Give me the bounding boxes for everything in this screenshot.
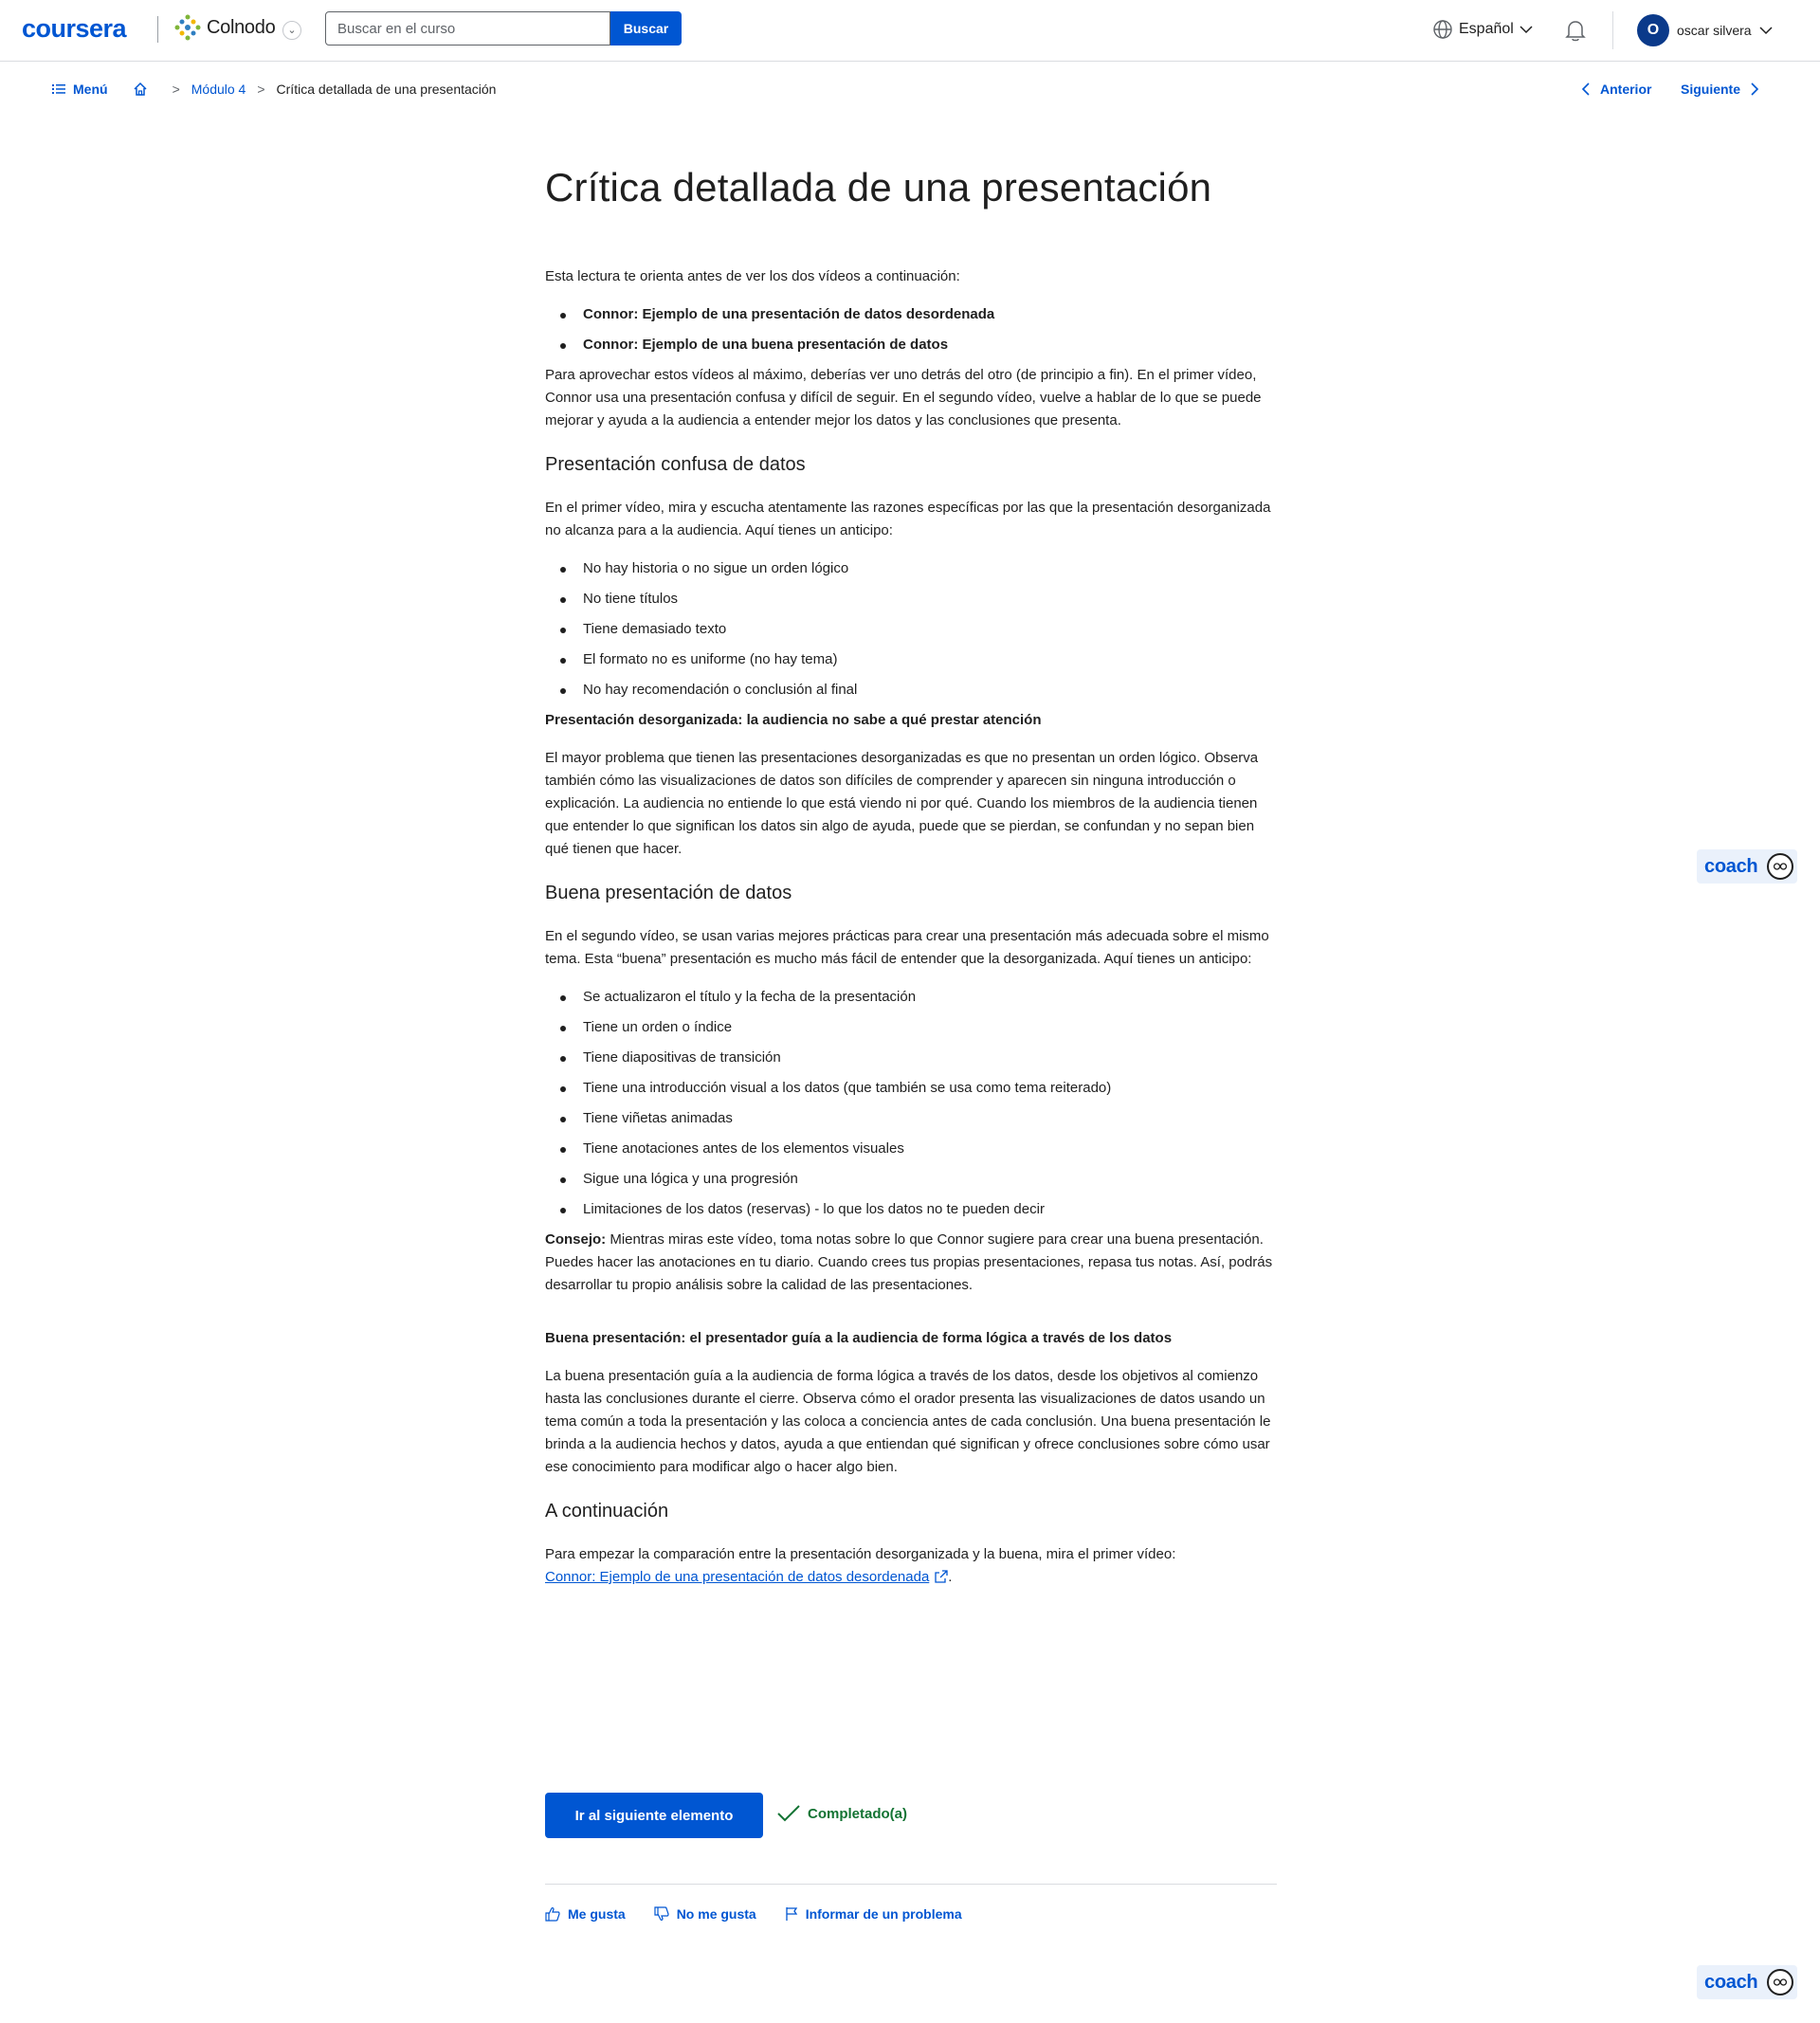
previous-label: Anterior [1600,82,1652,97]
section-heading-next: A continuación [545,1501,669,1522]
coach-button[interactable]: coach [1697,849,1797,884]
report-problem-button[interactable]: Informar de un problema [785,1906,962,1922]
coach-glasses-icon [1767,853,1793,880]
colnodo-mark-icon [174,14,201,41]
list-item: Tiene demasiado texto [545,618,1277,641]
home-icon[interactable] [133,82,148,97]
chevron-right-icon: > [257,82,265,97]
next-label: Siguiente [1681,82,1741,97]
user-menu[interactable]: O oscar silvera [1637,14,1773,46]
chevron-left-icon [1581,82,1590,96]
coach-label: coach [1704,855,1758,877]
user-name: oscar silvera [1677,23,1752,38]
section-heading-confusing: Presentación confusa de datos [545,454,806,475]
feedback-bar: Me gusta No me gusta Informar de un prob… [545,1906,962,1922]
search-input[interactable] [325,11,610,46]
tip-paragraph: Consejo: Mientras miras este vídeo, toma… [545,1229,1277,1297]
list-item: El formato no es uniforme (no hay tema) [545,648,1277,671]
top-header: coursera Colnodo ⌄ Buscar Español O osca… [0,0,1820,62]
section-paragraph: La buena presentación guía a la audienci… [545,1368,1271,1475]
next-nav-button[interactable]: Siguiente [1681,82,1759,97]
list-menu-icon [52,84,65,94]
section-paragraph: En el segundo vídeo, se usan varias mejo… [545,928,1269,967]
chevron-right-icon: > [172,82,180,97]
breadcrumb-current: Crítica detallada de una presentación [276,82,497,97]
intro-paragraph: Para aprovechar estos vídeos al máximo, … [545,367,1262,428]
list-item: Limitaciones de los datos (reservas) - l… [545,1198,1277,1221]
partner-logo[interactable]: Colnodo [174,13,276,42]
logo-divider [157,16,158,43]
dislike-label: No me gusta [676,1906,756,1922]
language-label: Español [1459,21,1514,37]
list-item: Connor: Ejemplo de una buena presentació… [545,334,1277,356]
go-to-next-item-button[interactable]: Ir al siguiente elemento [545,1793,763,1838]
like-label: Me gusta [568,1906,626,1922]
list-item: Se actualizaron el título y la fecha de … [545,986,1277,1009]
completed-status: Completado(a) [777,1804,907,1823]
report-label: Informar de un problema [805,1906,962,1922]
coursera-logo[interactable]: coursera [22,14,127,44]
section-paragraph: El mayor problema que tienen las present… [545,750,1259,857]
breadcrumb: Menú > Módulo 4 > Crítica detallada de u… [52,82,496,97]
next-paragraph: Para empezar la comparación entre la pre… [545,1543,1277,1589]
like-button[interactable]: Me gusta [545,1906,626,1922]
list-item: No hay recomendación o conclusión al fin… [545,679,1277,702]
menu-button[interactable]: Menú [52,82,108,97]
partner-dropdown-icon[interactable]: ⌄ [282,21,301,40]
completed-label: Completado(a) [808,1805,907,1822]
subheading-good: Buena presentación: el presentador guía … [545,1330,1173,1346]
previous-button[interactable]: Anterior [1581,82,1651,97]
list-item: Tiene un orden o índice [545,1016,1277,1039]
flag-icon [786,1907,797,1921]
page-title: Crítica detallada de una presentación [545,165,1212,210]
tip-label: Consejo: [545,1231,607,1248]
list-item: No tiene títulos [545,588,1277,611]
link-suffix: . [948,1569,953,1585]
list-item: Tiene diapositivas de transición [545,1047,1277,1069]
avatar: O [1637,14,1669,46]
coach-glasses-icon [1767,1969,1793,1996]
checkmark-icon [777,1805,800,1822]
list-item: Sigue una lógica y una progresión [545,1168,1277,1191]
list-item: Connor: Ejemplo de una presentación de d… [545,303,1277,326]
confusing-list: No hay historia o no sigue un orden lógi… [545,557,1277,702]
menu-label: Menú [73,82,108,97]
header-divider [1612,11,1613,49]
good-list: Se actualizaron el título y la fecha de … [545,986,1277,1221]
list-item: Tiene anotaciones antes de los elementos… [545,1138,1277,1160]
list-item: Tiene viñetas animadas [545,1107,1277,1130]
list-item: Tiene una introducción visual a los dato… [545,1077,1277,1100]
coach-label: coach [1704,1971,1758,1993]
section-paragraph: En el primer vídeo, mira y escucha atent… [545,500,1271,538]
dislike-button[interactable]: No me gusta [654,1906,756,1922]
globe-icon [1433,20,1452,39]
partner-name: Colnodo [207,16,276,38]
tip-text: Mientras miras este vídeo, toma notas so… [545,1231,1273,1293]
intro-text: Esta lectura te orienta antes de ver los… [545,268,960,284]
intro-list: Connor: Ejemplo de una presentación de d… [545,303,1277,356]
list-item: No hay historia o no sigue un orden lógi… [545,557,1277,580]
reading-content: Crítica detallada de una presentación Es… [545,161,1277,1604]
language-selector[interactable]: Español [1432,19,1533,40]
thumbs-up-icon [545,1906,560,1922]
thumbs-down-icon [654,1906,669,1922]
chevron-down-icon [1520,26,1533,34]
notifications-bell-icon[interactable] [1562,17,1589,44]
search-button[interactable]: Buscar [610,11,682,46]
next-text: Para empezar la comparación entre la pre… [545,1546,1176,1562]
external-link-icon[interactable] [935,1570,948,1583]
coach-button[interactable]: coach [1697,1965,1797,1999]
breadcrumb-module[interactable]: Módulo 4 [191,82,246,97]
video-link[interactable]: Connor: Ejemplo de una presentación de d… [545,1569,929,1585]
section-heading-good: Buena presentación de datos [545,883,792,903]
chevron-right-icon [1751,82,1759,96]
divider [545,1884,1277,1885]
subheading-disorganized: Presentación desorganizada: la audiencia… [545,712,1042,728]
chevron-down-icon [1759,27,1773,35]
